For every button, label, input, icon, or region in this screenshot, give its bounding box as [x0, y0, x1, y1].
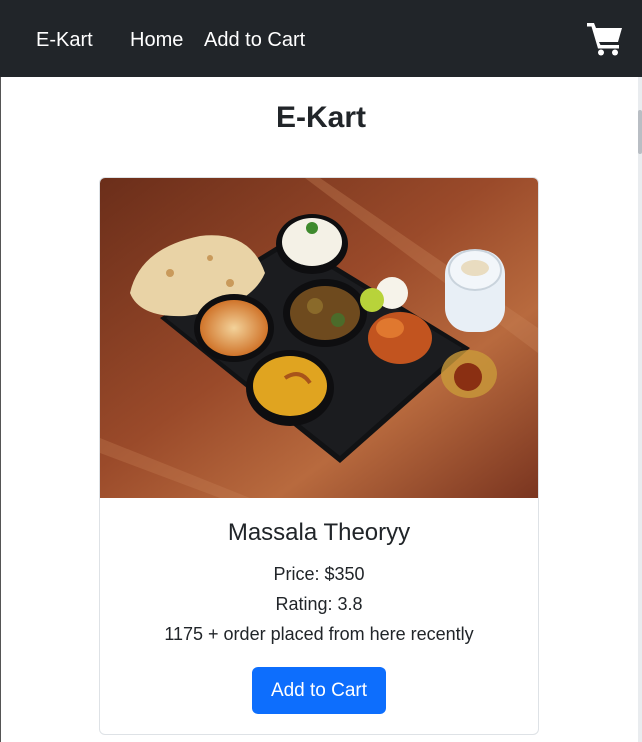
thali-food-image: [100, 178, 538, 498]
navbar: E-Kart Home Add to Cart: [0, 0, 642, 77]
page-title: E-Kart: [275, 101, 366, 134]
nav-link-add-to-cart[interactable]: Add to Cart: [204, 28, 305, 52]
window-border: [0, 77, 1, 742]
product-card: Massala Theoryy Price: $350 Rating: 3.8 …: [99, 177, 539, 735]
nav-link-home[interactable]: Home: [130, 28, 183, 52]
scrollbar-track[interactable]: [638, 77, 642, 742]
restaurant-name: Massala Theoryy: [227, 519, 411, 546]
add-to-cart-button[interactable]: Add to Cart: [252, 667, 386, 714]
price-text: Price: $350: [273, 564, 365, 584]
navbar-brand[interactable]: E-Kart: [36, 28, 93, 52]
rating-text: Rating: 3.8: [275, 594, 363, 614]
shopping-cart-icon[interactable]: [586, 20, 624, 56]
orders-info: 1175 + order placed from here recently: [164, 624, 474, 644]
